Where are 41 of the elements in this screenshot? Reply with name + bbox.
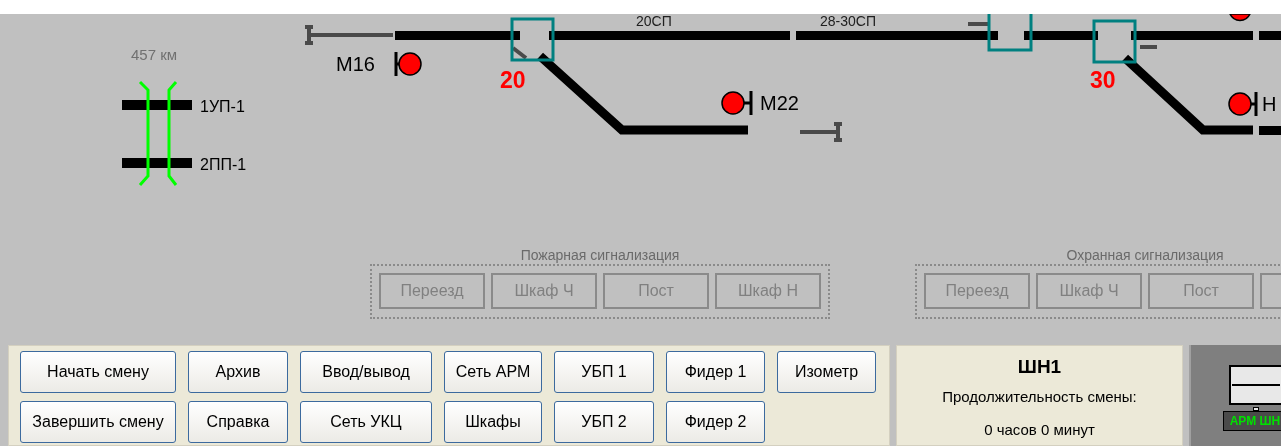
toolbar-button[interactable]: Изометр bbox=[777, 351, 876, 393]
toolbar-button[interactable]: Ввод/вывод bbox=[300, 351, 432, 393]
toolbar-button[interactable]: Сеть УКЦ bbox=[300, 401, 432, 443]
signal-label: Н bbox=[1262, 93, 1277, 115]
toolbar-button[interactable]: УБП 2 bbox=[554, 401, 654, 443]
signal-icon[interactable] bbox=[1229, 14, 1251, 22]
switch-frame[interactable] bbox=[987, 14, 1033, 52]
signal-label: М16 bbox=[336, 53, 375, 75]
signal-icon[interactable] bbox=[394, 52, 422, 76]
switch-point-mark bbox=[511, 46, 528, 60]
workstation-label[interactable]: АРМ ШН bbox=[1223, 411, 1281, 431]
toolbar-button[interactable]: Начать смену bbox=[20, 351, 176, 393]
toolbar-button[interactable]: Архив bbox=[188, 351, 288, 393]
switch-point-mark bbox=[1140, 45, 1157, 49]
switch-number: 20 bbox=[500, 67, 526, 93]
toolbar-button[interactable]: УБП 1 bbox=[554, 351, 654, 393]
section-label: 20СП bbox=[636, 14, 672, 29]
shift-duration: 0 часов 0 минут bbox=[984, 419, 1095, 440]
shift-duration-label: Продолжительность смены: bbox=[942, 387, 1137, 407]
toolbar-button[interactable]: Фидер 1 bbox=[666, 351, 765, 393]
switch-point-mark bbox=[968, 22, 988, 26]
shift-title: ШН1 bbox=[1017, 355, 1062, 379]
signal-label: М22 bbox=[760, 92, 799, 114]
toolbar-button[interactable]: Справка bbox=[188, 401, 288, 443]
switch-number: 30 bbox=[1090, 67, 1116, 93]
switch-frame[interactable] bbox=[510, 17, 555, 62]
track-end-drawing bbox=[798, 122, 844, 142]
section-label: 28-30СП bbox=[820, 14, 876, 29]
signal-icon[interactable] bbox=[1228, 92, 1258, 116]
track-label: 1УП-1 bbox=[200, 98, 245, 115]
toolbar-button[interactable]: Сеть АРМ bbox=[444, 351, 542, 393]
km-label: 457 км bbox=[131, 46, 178, 63]
track-label: 2ПП-1 bbox=[200, 156, 247, 173]
toolbar-button[interactable]: Фидер 2 bbox=[666, 401, 765, 443]
monitor-icon bbox=[1229, 365, 1281, 407]
toolbar-button[interactable]: Шкафы bbox=[444, 401, 542, 443]
alarm-group-title: Пожарная сигнализация bbox=[519, 246, 681, 265]
switch-frame[interactable] bbox=[1092, 19, 1137, 64]
toolbar-button[interactable]: Завершить смену bbox=[20, 401, 176, 443]
signal-icon[interactable] bbox=[721, 91, 753, 115]
alarm-group-title: Охранная сигнализация bbox=[1065, 246, 1225, 265]
